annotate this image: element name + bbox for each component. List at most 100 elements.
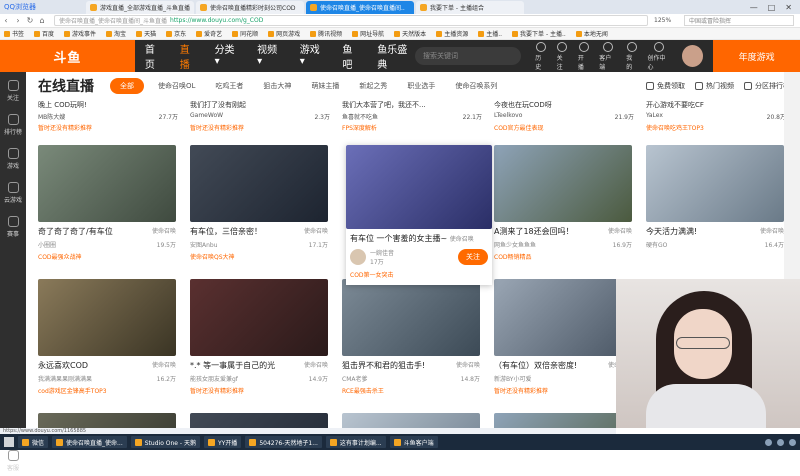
browser-search-input[interactable]: 中国或冒险指挥 — [684, 15, 794, 26]
taskbar-item[interactable]: 这有事计划编... — [325, 436, 386, 448]
browser-tab[interactable]: 我要下单 - 主播组合 — [416, 0, 524, 14]
follow-nav-button[interactable]: 关注 — [557, 41, 568, 71]
bookmark-item[interactable]: 天猫 — [136, 29, 156, 38]
stream-thumbnail[interactable] — [494, 145, 632, 222]
nav-category[interactable]: 分类 ▾ — [215, 41, 242, 71]
history-button[interactable]: 历史 — [535, 41, 546, 71]
nav-games[interactable]: 游戏 ▾ — [300, 41, 327, 71]
browser-tab[interactable]: 使命召唤直播精彩时刻公司COD — [196, 0, 304, 14]
stream-card[interactable] — [38, 413, 176, 428]
bookmark-item[interactable]: 书签 — [4, 29, 24, 38]
featured-stream-card[interactable]: 有车位 一个害羞的女主播~ 使命召唤 一婉佳音 17万 关注 COD第一女突击 — [346, 145, 492, 285]
client-button[interactable]: 客户端 — [599, 41, 616, 71]
stream-thumbnail[interactable] — [38, 413, 176, 428]
back-icon[interactable]: ‹ — [0, 16, 12, 25]
sidebar-item-follow[interactable]: 关注 — [0, 72, 26, 106]
follow-button[interactable]: 关注 — [458, 249, 488, 265]
bookmark-item[interactable]: 淘宝 — [106, 29, 126, 38]
stream-thumbnail[interactable] — [494, 413, 632, 428]
taskbar-item[interactable]: 使命召唤直播_使命... — [52, 436, 127, 448]
stream-thumbnail[interactable] — [342, 413, 480, 428]
avatar[interactable] — [682, 45, 704, 67]
nav-home[interactable]: 首页 — [145, 41, 164, 71]
bookmark-item[interactable]: 主播.. — [478, 29, 502, 38]
tray-icon[interactable] — [777, 438, 784, 446]
broadcast-button[interactable]: 开播 — [578, 41, 589, 71]
stream-card[interactable]: 我们大本营了吧，我还不... 鱼喜就不吃鱼 22.1万 FPS深度解析 — [342, 100, 482, 134]
sidebar-item-events[interactable]: 赛事 — [0, 208, 26, 242]
category-cod-series[interactable]: 使命召唤系列 — [449, 81, 503, 91]
zoom-level[interactable]: 125% — [654, 17, 684, 24]
stream-card[interactable] — [190, 413, 328, 428]
stream-card[interactable]: *.* 等一事属于自己的光 使命召唤 能孩女朋友爱兼gf 14.9万 暂时还没有精彩… — [190, 279, 328, 395]
taskbar-item[interactable]: 504276-天然地子1... — [245, 436, 322, 448]
promo-banner[interactable]: 年度游戏 — [713, 40, 800, 72]
bookmark-item[interactable]: 百度 — [34, 29, 54, 38]
category-codol[interactable]: 使命召唤OL — [152, 81, 201, 91]
avatar[interactable] — [350, 249, 366, 265]
taskbar-item[interactable]: YY开播 — [203, 436, 242, 448]
tray-icon[interactable] — [789, 438, 796, 446]
sidebar-item-games[interactable]: 游戏 — [0, 140, 26, 174]
nav-festival[interactable]: 鱼乐盛典 — [377, 41, 415, 71]
creator-center-button[interactable]: 创作中心 — [648, 41, 671, 71]
site-logo[interactable]: 斗鱼 — [0, 40, 135, 72]
start-icon[interactable] — [4, 437, 14, 447]
stream-card[interactable]: 有车位，三倍亲密！ 使命召唤 安图Anbu 17.1万 使命召唤QS大神 — [190, 145, 328, 261]
nav-video[interactable]: 视频 ▾ — [257, 41, 284, 71]
stream-card[interactable] — [342, 413, 480, 428]
maximize-button[interactable]: □ — [768, 3, 776, 12]
hot-video-button[interactable]: 热门视频 — [695, 81, 734, 91]
bookmark-item[interactable]: 腾讯视频 — [310, 29, 342, 38]
stream-card[interactable]: 今夜也在玩COD呀 LTeelkovo 21.9万 COD官方最佳表现 — [494, 100, 634, 134]
bookmark-item[interactable]: 本地无闻 — [575, 29, 608, 38]
taskbar-item[interactable]: Studio One - 天鹅 — [130, 436, 200, 448]
category-pro[interactable]: 职业选手 — [401, 81, 441, 91]
taskbar-item[interactable]: 斗鱼客户端 — [389, 436, 438, 448]
bookmark-item[interactable]: 游戏事件 — [64, 29, 96, 38]
forward-icon[interactable]: › — [12, 16, 24, 25]
stream-card[interactable]: 奇了奇了奇了/有车位 使命召唤 小圈圈 19.5万 COD最强众战神 — [38, 145, 176, 261]
stream-thumbnail[interactable] — [342, 279, 480, 356]
mine-button[interactable]: 我的 — [626, 41, 637, 71]
address-bar[interactable]: 使命召唤直播_使命召唤直播间_斗鱼直播 https://www.douyu.co… — [54, 15, 648, 26]
bookmark-item[interactable]: 京东 — [166, 29, 186, 38]
nav-fishbar[interactable]: 鱼吧 — [342, 41, 361, 71]
stream-card[interactable]: 今天活力满满! 使命召唤 硬有GO 16.4万 — [646, 145, 784, 252]
stream-thumbnail[interactable] — [190, 279, 328, 356]
bookmark-item[interactable]: 我要下单 - 主播.. — [512, 29, 566, 38]
stream-card[interactable]: 晚上 COD玩啊! MB陈大嫂 27.7万 暂时还没有精彩推荐 — [38, 100, 178, 134]
sidebar-item-cloud-games[interactable]: 云游戏 — [0, 174, 26, 208]
stream-card[interactable]: 开心游戏不要吃CF YaLex 20.8万 使命召唤吃鸡王TOP3 — [646, 100, 786, 134]
stream-thumbnail[interactable] — [346, 145, 492, 229]
category-chicken[interactable]: 吃鸡王者 — [209, 81, 249, 91]
free-claim-button[interactable]: 免费领取 — [646, 81, 685, 91]
category-all[interactable]: 全部 — [110, 78, 144, 94]
taskbar-item[interactable]: 微信 — [18, 436, 49, 448]
browser-tab-active[interactable]: 使命召唤直播_使命召唤直播间.. — [306, 0, 414, 14]
bookmark-item[interactable]: 网页游戏 — [268, 29, 300, 38]
category-sniper[interactable]: 狙击大神 — [257, 81, 297, 91]
stream-card[interactable]: （有车位）双倍亲密度!使命召唤 新游BY小可爱 暂时还没有精彩推荐 — [494, 279, 632, 395]
minimize-button[interactable]: — — [750, 3, 758, 12]
stream-card[interactable]: 狙击界不和君的狙击手! 使命召唤 CMA老爹 14.8万 RCE最强击杀王 — [342, 279, 480, 395]
browser-tab[interactable]: 游戏直播_全部游戏直播_斗鱼直播 — [86, 0, 194, 14]
stream-card[interactable] — [494, 413, 632, 428]
bookmark-item[interactable]: 同花顺 — [232, 29, 258, 38]
bookmark-item[interactable]: 网址导航 — [352, 29, 384, 38]
stream-thumbnail[interactable] — [494, 279, 632, 356]
stream-thumbnail[interactable] — [38, 145, 176, 222]
stream-card[interactable]: 我们打了没有刚起 GameWoW 2.3万 暂时还没有精彩推荐 — [190, 100, 330, 134]
close-button[interactable]: ✕ — [785, 3, 792, 12]
stream-thumbnail[interactable] — [190, 413, 328, 428]
stream-card[interactable]: 永远喜欢COD 使命召唤 我满满果果刚满满果 16.2万 cod游戏区金锋高手TOP… — [38, 279, 176, 395]
home-icon[interactable]: ⌂ — [36, 16, 48, 25]
page-scrollbar[interactable] — [784, 72, 800, 279]
category-rising[interactable]: 新起之秀 — [353, 81, 393, 91]
sidebar-item-ranking[interactable]: 排行榜 — [0, 106, 26, 140]
stream-thumbnail[interactable] — [646, 145, 784, 222]
stream-card[interactable]: A测来了18还会回吗！ 使命召唤 网鱼少女鱼鱼鱼 16.9万 COD畅销精品 — [494, 145, 632, 261]
category-cute[interactable]: 萌妹主播 — [305, 81, 345, 91]
bookmark-item[interactable]: 爱奇艺 — [196, 29, 222, 38]
stream-thumbnail[interactable] — [38, 279, 176, 356]
